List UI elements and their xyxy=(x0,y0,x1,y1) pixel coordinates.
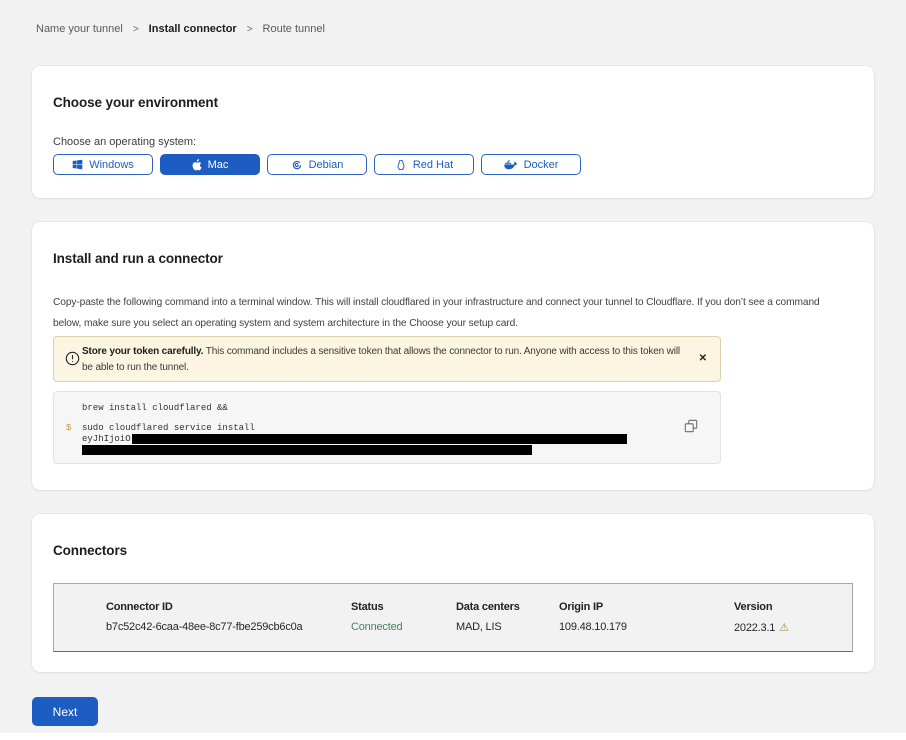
os-button-debian[interactable]: Debian xyxy=(267,154,367,175)
os-button-windows[interactable]: Windows xyxy=(53,154,153,175)
breadcrumb-install-connector[interactable]: Install connector xyxy=(149,23,237,35)
col-header-status: Status xyxy=(351,601,456,613)
alert-message: Store your token carefully. This command… xyxy=(82,344,688,375)
windows-icon xyxy=(72,159,83,170)
status-badge: Connected xyxy=(351,621,456,634)
table-row: b7c52c42-6caa-48ee-8c77-fbe259cb6c0a Con… xyxy=(54,621,852,634)
warning-triangle-icon: ⚠ xyxy=(779,622,789,634)
col-header-connector-id: Connector ID xyxy=(106,601,351,613)
breadcrumb-route-tunnel[interactable]: Route tunnel xyxy=(263,23,325,35)
close-icon[interactable]: ✕ xyxy=(699,354,707,364)
col-header-origin-ip: Origin IP xyxy=(559,601,734,613)
code-line-brew: brew install cloudflared && xyxy=(82,403,233,413)
os-button-group: Windows Mac Debian Red Hat Docker xyxy=(53,154,581,175)
install-connector-card: Install and run a connector Copy-paste t… xyxy=(32,222,874,490)
debian-icon xyxy=(291,159,303,171)
os-button-label: Docker xyxy=(524,159,559,171)
info-circle-icon xyxy=(65,351,80,366)
redacted-token-bar xyxy=(82,445,532,455)
copy-icon[interactable] xyxy=(684,419,698,433)
os-button-label: Debian xyxy=(309,159,344,171)
token-prefix: eyJhIjoiO xyxy=(82,434,131,444)
card-title: Install and run a connector xyxy=(53,251,223,266)
os-button-mac[interactable]: Mac xyxy=(160,154,260,175)
version-value: 2022.3.1⚠ xyxy=(734,621,852,634)
col-header-data-centers: Data centers xyxy=(456,601,559,613)
code-line-token: eyJhIjoiO xyxy=(82,434,627,444)
breadcrumb: Name your tunnel > Install connector > R… xyxy=(36,23,325,35)
connector-id-value: b7c52c42-6caa-48ee-8c77-fbe259cb6c0a xyxy=(106,621,351,634)
os-button-label: Windows xyxy=(89,159,134,171)
os-button-redhat[interactable]: Red Hat xyxy=(374,154,474,175)
footer-strip xyxy=(0,733,906,740)
origin-ip-value: 109.48.10.179 xyxy=(559,621,734,634)
tunnel-setup-page: Name your tunnel > Install connector > R… xyxy=(0,0,906,740)
install-description: Copy-paste the following command into a … xyxy=(53,292,849,334)
alert-title: Store your token carefully. xyxy=(82,346,203,357)
os-button-label: Red Hat xyxy=(413,159,453,171)
code-prompt: $ xyxy=(66,423,71,433)
redacted-token-bar xyxy=(132,434,627,444)
table-header-row: Connector ID Status Data centers Origin … xyxy=(54,601,852,613)
card-title: Choose your environment xyxy=(53,95,218,110)
token-warning-alert: Store your token carefully. This command… xyxy=(53,336,721,382)
next-button[interactable]: Next xyxy=(32,697,98,726)
breadcrumb-separator: > xyxy=(247,24,253,35)
data-centers-value: MAD, LIS xyxy=(456,621,559,634)
apple-icon xyxy=(192,159,202,171)
choose-environment-card: Choose your environment Choose an operat… xyxy=(32,66,874,198)
breadcrumb-name-your-tunnel[interactable]: Name your tunnel xyxy=(36,23,123,35)
breadcrumb-separator: > xyxy=(133,24,139,35)
os-button-docker[interactable]: Docker xyxy=(481,154,581,175)
connectors-card: Connectors Connector ID Status Data cent… xyxy=(32,514,874,672)
connectors-table: Connector ID Status Data centers Origin … xyxy=(53,583,853,652)
os-button-label: Mac xyxy=(208,159,229,171)
code-line-install: sudo cloudflared service install xyxy=(82,423,255,433)
col-header-version: Version xyxy=(734,601,852,613)
install-command-codeblock: brew install cloudflared && $ sudo cloud… xyxy=(53,391,721,464)
docker-icon xyxy=(504,159,518,170)
card-title: Connectors xyxy=(53,543,127,558)
os-select-label: Choose an operating system: xyxy=(53,136,196,148)
redhat-icon xyxy=(395,159,407,171)
